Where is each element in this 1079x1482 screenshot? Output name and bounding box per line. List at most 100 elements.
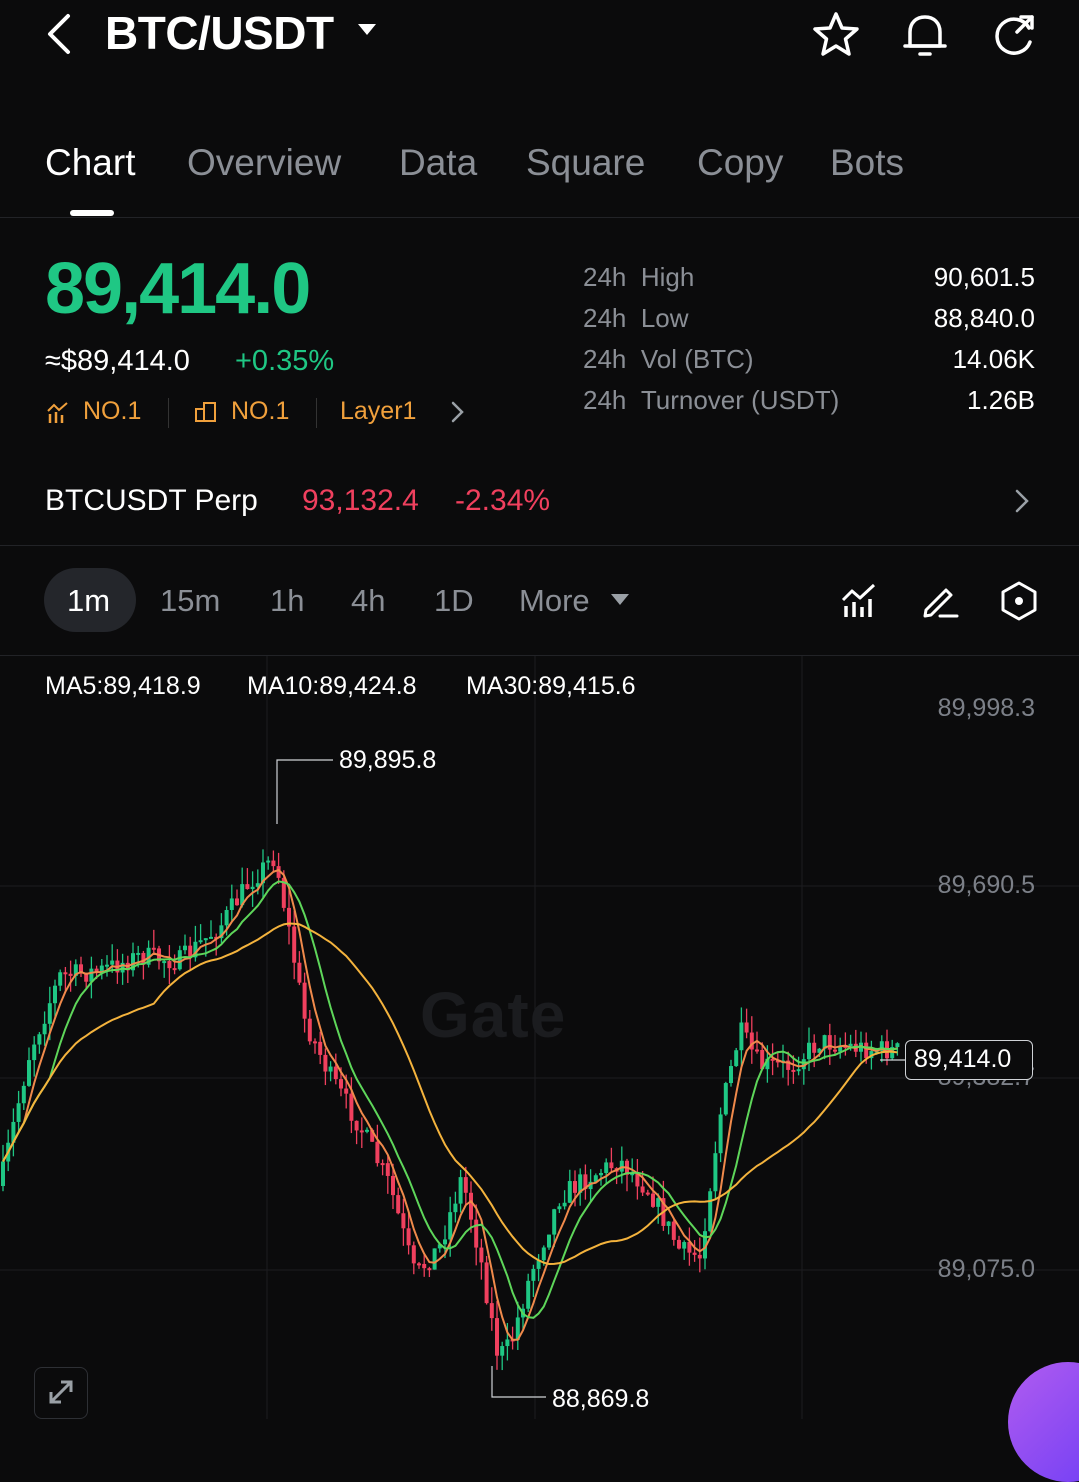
price-axis-label: 89,690.5 — [937, 871, 1035, 899]
timeframe-more[interactable]: More — [519, 583, 590, 619]
price-change: +0.35% — [235, 345, 335, 377]
candle-body — [713, 1153, 718, 1192]
candle-body — [411, 1245, 416, 1264]
ranking-chart-icon — [47, 402, 68, 423]
candle-body — [734, 1050, 739, 1067]
divider — [0, 217, 1079, 218]
perp-price: 93,132.4 — [302, 484, 419, 517]
stat-turnover-label: 24h Turnover (USDT) — [583, 385, 840, 415]
price-axis-label: 89,998.3 — [937, 694, 1035, 722]
candle-body — [349, 1093, 354, 1121]
ma5-line — [2, 868, 898, 1341]
candle-body — [292, 926, 297, 963]
candle-body — [32, 1044, 37, 1061]
active-tab-indicator — [70, 210, 114, 216]
candle-body — [110, 960, 115, 965]
candle-body — [812, 1042, 817, 1053]
candle-body — [562, 1202, 567, 1207]
candle-body — [42, 1023, 47, 1035]
candle-body — [297, 962, 302, 983]
pair-dropdown-icon[interactable] — [358, 24, 376, 35]
candle-body — [63, 972, 68, 975]
candle-body — [203, 938, 208, 941]
candle-body — [458, 1177, 463, 1204]
candle-body — [427, 1268, 432, 1271]
candle-body — [567, 1181, 572, 1203]
gate-watermark: Gate — [420, 979, 567, 1051]
last-price: 89,414.0 — [45, 249, 311, 329]
candle-body — [604, 1162, 609, 1173]
candle-body — [682, 1242, 687, 1249]
candle-body — [105, 964, 109, 967]
perp-name[interactable]: BTCUSDT Perp — [45, 484, 258, 518]
candle-body — [68, 973, 73, 976]
candle-body — [16, 1103, 21, 1122]
candle-body — [723, 1083, 728, 1115]
candle-body — [302, 982, 307, 1019]
candle-body — [557, 1206, 562, 1210]
candle-body — [229, 898, 234, 911]
candle-body — [526, 1280, 531, 1309]
low-marker-label: 88,869.8 — [552, 1385, 650, 1413]
back-icon[interactable] — [40, 10, 80, 58]
indicator-icon[interactable] — [840, 582, 878, 620]
expand-button[interactable] — [34, 1367, 88, 1419]
market-cap-icon — [195, 402, 216, 422]
candle-body — [479, 1247, 484, 1263]
candle-body — [224, 910, 229, 926]
candle-body — [640, 1186, 645, 1193]
candle-body — [443, 1239, 447, 1245]
timeframe-1m[interactable]: 1m — [67, 583, 110, 619]
ma10-label: MA10:89,424.8 — [247, 672, 417, 700]
draw-pen-icon[interactable] — [920, 580, 960, 620]
candle-body — [209, 936, 213, 939]
pair-title[interactable]: BTC/USDT — [105, 6, 334, 60]
candle-body — [697, 1254, 702, 1259]
candle-body — [365, 1129, 369, 1132]
tab-copy[interactable]: Copy — [697, 142, 783, 184]
ma30-label: MA30:89,415.6 — [466, 672, 636, 700]
candle-body — [619, 1160, 624, 1172]
candle-body — [58, 972, 63, 986]
tab-data[interactable]: Data — [399, 142, 477, 184]
chevron-right-icon[interactable] — [447, 400, 467, 424]
stat-high-label: 24h High — [583, 262, 695, 292]
tab-square[interactable]: Square — [526, 142, 645, 184]
candle-body — [448, 1212, 453, 1240]
rank-volume[interactable]: NO.1 — [83, 397, 141, 426]
candle-body — [692, 1252, 697, 1255]
star-icon[interactable] — [810, 9, 862, 61]
candle-body — [396, 1195, 401, 1214]
price-axis-label: 89,075.0 — [937, 1255, 1035, 1283]
candle-body — [827, 1035, 832, 1050]
chevron-right-icon[interactable] — [1012, 488, 1032, 514]
more-caret-icon[interactable] — [611, 594, 629, 605]
timeframe-4h[interactable]: 4h — [351, 583, 385, 619]
candle-body — [333, 1066, 338, 1080]
tab-overview[interactable]: Overview — [187, 142, 341, 184]
divider — [168, 398, 169, 428]
candle-body — [271, 860, 276, 867]
settings-hex-icon[interactable] — [999, 580, 1039, 622]
candle-body — [531, 1268, 536, 1281]
high-marker-label: 89,895.8 — [339, 746, 437, 774]
tab-bots[interactable]: Bots — [830, 142, 904, 184]
candle-body — [666, 1221, 671, 1226]
refresh-icon[interactable] — [987, 8, 1041, 62]
bell-icon[interactable] — [898, 8, 952, 62]
candle-body — [151, 947, 156, 950]
candle-body — [864, 1042, 869, 1059]
candle-body — [469, 1192, 473, 1220]
timeframe-1d[interactable]: 1D — [434, 583, 474, 619]
rank-market-cap[interactable]: NO.1 — [231, 397, 289, 426]
candle-body — [500, 1346, 505, 1356]
candle-body — [359, 1130, 364, 1133]
tab-chart[interactable]: Chart — [45, 142, 135, 184]
timeframe-15m[interactable]: 15m — [160, 583, 220, 619]
candle-body — [791, 1069, 796, 1072]
candle-body — [432, 1248, 437, 1270]
candle-body — [609, 1162, 614, 1169]
category-layer1[interactable]: Layer1 — [340, 397, 416, 426]
candle-body — [266, 860, 271, 863]
timeframe-1h[interactable]: 1h — [270, 583, 304, 619]
